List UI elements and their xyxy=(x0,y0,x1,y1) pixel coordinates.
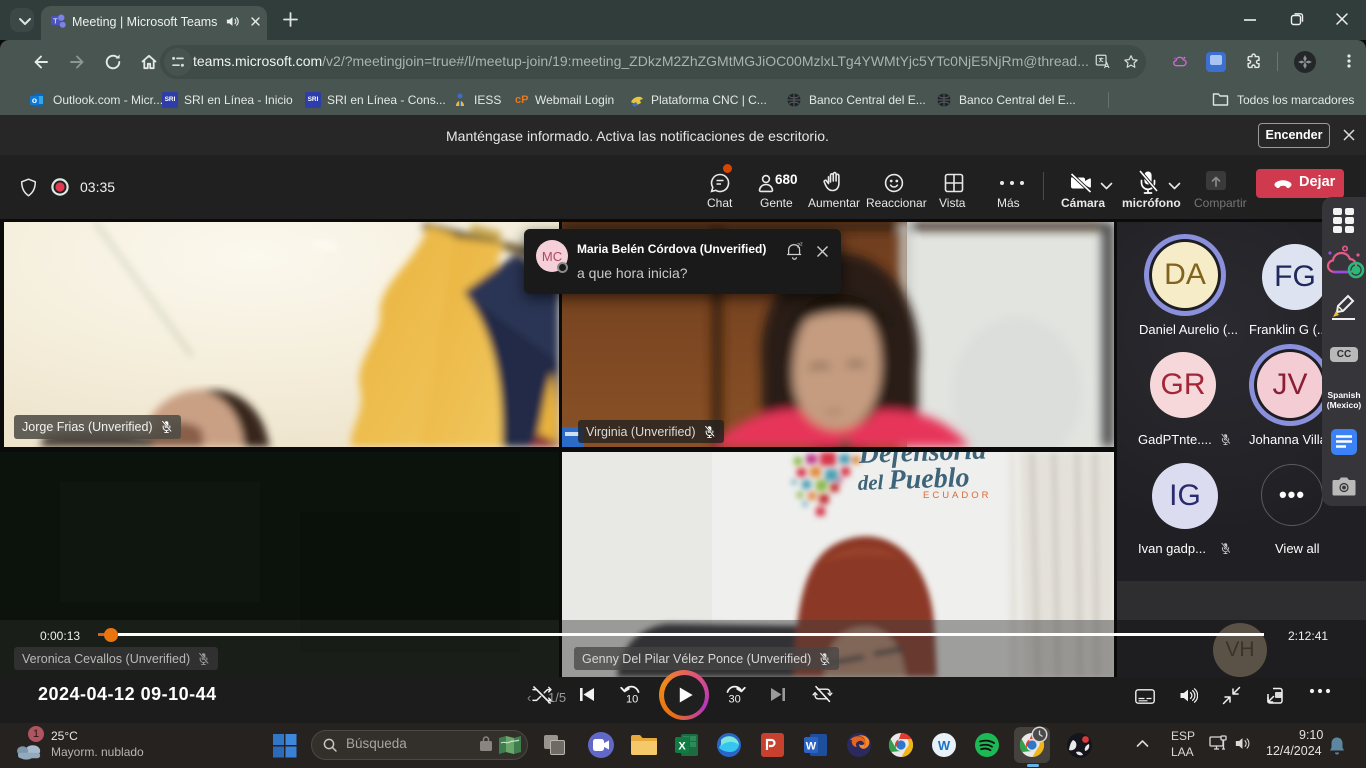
svg-text:ECUADOR: ECUADOR xyxy=(923,490,992,501)
svg-text:W: W xyxy=(938,738,951,753)
svg-text:X: X xyxy=(678,741,686,753)
svg-text:30: 30 xyxy=(729,694,741,706)
svg-text:o: o xyxy=(32,95,37,105)
svg-text:W: W xyxy=(806,741,817,753)
svg-text:z: z xyxy=(800,242,803,248)
svg-text:T: T xyxy=(53,16,58,25)
svg-text:10: 10 xyxy=(626,694,638,706)
